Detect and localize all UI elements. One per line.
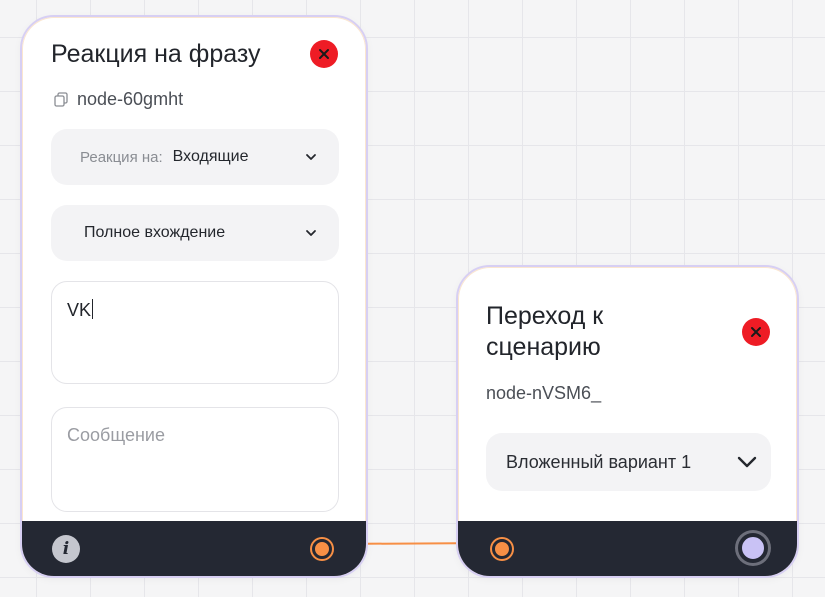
- node-id[interactable]: node-60gmht: [54, 89, 183, 110]
- node-footer: i: [22, 521, 366, 576]
- select-value: Полное вхождение: [84, 224, 226, 241]
- reaction-type-select[interactable]: Реакция на: Входящие: [51, 129, 339, 185]
- node-footer: [458, 521, 797, 576]
- copy-icon[interactable]: [54, 92, 68, 107]
- phrase-input-value: VK: [67, 300, 92, 320]
- x-icon: [319, 49, 329, 59]
- match-mode-select[interactable]: Полное вхождение: [51, 205, 339, 261]
- node-id-text: node-nVSM6_: [486, 383, 602, 403]
- close-button[interactable]: [742, 318, 770, 346]
- node-id-text: node-60gmht: [77, 89, 184, 109]
- select-value: Входящие: [172, 148, 249, 165]
- select-value: Вложенный вариант 1: [506, 451, 692, 472]
- input-port[interactable]: [492, 539, 512, 559]
- chevron-down-icon: [737, 456, 757, 468]
- x-icon: [751, 327, 761, 337]
- node-id: node-nVSM6_: [486, 383, 601, 404]
- text-caret: [92, 299, 94, 319]
- close-button[interactable]: [310, 40, 338, 68]
- chevron-down-icon: [306, 230, 316, 236]
- info-icon[interactable]: i: [52, 535, 80, 563]
- node-title: Переход к сценарию: [486, 302, 604, 361]
- scenario-variant-select[interactable]: Вложенный вариант 1: [486, 433, 771, 491]
- node-reaction-on-phrase[interactable]: Реакция на фразу node-60gmht Реакция на:…: [20, 15, 368, 578]
- message-placeholder: Сообщение: [67, 425, 165, 445]
- node-scenario-transition[interactable]: Переход к сценарию node-nVSM6_ Вложенный…: [456, 265, 799, 578]
- output-port[interactable]: [312, 539, 332, 559]
- select-prefix: Реакция на:: [80, 148, 163, 166]
- node-title: Реакция на фразу: [51, 40, 261, 68]
- output-port[interactable]: [738, 533, 768, 563]
- message-input[interactable]: Сообщение: [51, 407, 339, 512]
- chevron-down-icon: [306, 154, 316, 160]
- phrase-input[interactable]: VK: [51, 281, 339, 384]
